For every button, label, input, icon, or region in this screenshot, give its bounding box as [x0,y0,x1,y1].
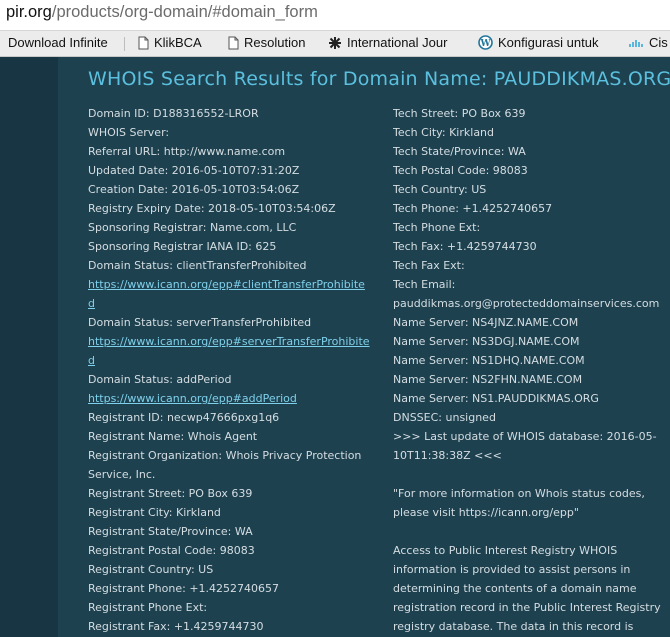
bookmark-label: Resolution [244,35,306,50]
whois-line: Registry Expiry Date: 2018-05-10T03:54:0… [88,202,336,215]
cisco-icon [628,38,644,53]
epp-status-link[interactable]: d [88,297,95,310]
url-path: /products/org-domain/#domain_form [51,3,318,21]
whois-line[interactable]: https://www.icann.org/epp#addPeriod [88,389,378,408]
whois-line: Name Server: NS1DHQ.NAME.COM [393,354,585,367]
epp-status-link[interactable]: https://www.icann.org/epp#clientTransfer… [88,278,365,291]
bookmark-label: Download Infinite [8,35,108,50]
whois-right-column: Tech Street: PO Box 639 Tech City: Kirkla… [393,104,663,636]
whois-line: Creation Date: 2016-05-10T03:54:06Z [88,183,300,196]
bookmark-cisco[interactable]: Cis [628,35,670,53]
whois-line: registration record in the Public Intere… [393,601,661,614]
whois-line: Registrant Fax: +1.4259744730 [88,620,264,633]
whois-line: Tech Street: PO Box 639 [393,107,526,120]
whois-line: Registrant Organization: Whois Privacy P… [88,449,362,462]
whois-line: Domain ID: D188316552-LROR [88,107,259,120]
whois-line: Tech Postal Code: 98083 [393,164,528,177]
wordpress-icon: W [478,35,493,53]
whois-line: "For more information on Whois status co… [393,487,645,500]
whois-line: Registrant Street: PO Box 639 [88,487,253,500]
whois-line: Tech Email: [393,278,456,291]
url-host: pir.org [6,3,52,21]
whois-line: Tech Phone: +1.4252740657 [393,202,553,215]
whois-line: Access to Public Interest Registry WHOIS [393,544,618,557]
whois-line: Referral URL: http://www.name.com [88,145,286,158]
whois-line: Registrant Phone Ext: [88,601,208,614]
whois-line: Service, Inc. [88,468,156,481]
whois-line[interactable]: https://www.icann.org/epp#serverTransfer… [88,332,378,351]
whois-line: Name Server: NS2FHN.NAME.COM [393,373,583,386]
whois-line: Updated Date: 2016-05-10T07:31:20Z [88,164,300,177]
whois-line: Sponsoring Registrar: Name.com, LLC [88,221,297,234]
favicon-icon [328,36,342,53]
page-icon [138,36,149,53]
whois-line: Tech Phone Ext: [393,221,481,234]
whois-line: >>> Last update of WHOIS database: 2016-… [393,430,657,443]
whois-line: Registrant Postal Code: 98083 [88,544,255,557]
whois-line: Name Server: NS3DGJ.NAME.COM [393,335,580,348]
svg-text:W: W [479,39,491,49]
whois-line: Registrant ID: necwp47666pxg1q6 [88,411,280,424]
whois-line: 10T11:38:38Z <<< [393,449,502,462]
bookmark-klikbca[interactable]: KlikBCA [138,35,218,53]
bookmark-label: International Jour [347,35,448,50]
bookmark-resolution[interactable]: Resolution [228,35,318,53]
bookmark-label: Cis [649,35,668,50]
bookmarks-bar: Download Infinite KlikBCA Resolution Int… [0,31,670,57]
whois-line: Registrant Phone: +1.4252740657 [88,582,280,595]
whois-line: information is provided to assist person… [393,563,631,576]
whois-line: Registrant State/Province: WA [88,525,253,538]
whois-line: Tech Country: US [393,183,487,196]
address-bar[interactable]: pir.org/products/org-domain/#domain_form [0,0,670,31]
whois-line: Name Server: NS4JNZ.NAME.COM [393,316,579,329]
whois-line: determining the contents of a domain nam… [393,582,637,595]
epp-status-link[interactable]: https://www.icann.org/epp#addPeriod [88,392,297,405]
whois-line: pauddikmas.org@protecteddomainservices.c… [393,297,660,310]
bookmark-label: Konfigurasi untuk [498,35,599,50]
page-title: WHOIS Search Results for Domain Name: PA… [88,68,670,90]
epp-status-link[interactable]: https://www.icann.org/epp#serverTransfer… [88,335,370,348]
bookmark-separator [124,37,125,51]
bookmark-konfigurasi[interactable]: W Konfigurasi untuk [478,35,612,53]
epp-status-link[interactable]: d [88,354,95,367]
whois-line: registry database. The data in this reco… [393,620,634,633]
whois-line: Domain Status: addPeriod [88,373,232,386]
whois-line: Sponsoring Registrar IANA ID: 625 [88,240,277,253]
page-icon [228,36,239,53]
url-text[interactable]: pir.org/products/org-domain/#domain_form [6,3,318,22]
whois-line: please visit https://icann.org/epp" [393,506,579,519]
whois-line: Registrant City: Kirkland [88,506,221,519]
whois-left-column: Domain ID: D188316552-LROR WHOIS Server: R… [88,104,378,636]
whois-line[interactable]: d [88,294,378,313]
bookmark-international-journal[interactable]: International Jour [328,35,462,53]
page-margin [0,57,58,637]
whois-line[interactable]: https://www.icann.org/epp#clientTransfer… [88,275,378,294]
whois-line: Tech Fax: +1.4259744730 [393,240,537,253]
whois-line: Name Server: NS1.PAUDDIKMAS.ORG [393,392,599,405]
whois-line: Domain Status: serverTransferProhibited [88,316,312,329]
whois-line: Registrant Country: US [88,563,214,576]
whois-line: Tech Fax Ext: [393,259,465,272]
whois-line: Domain Status: clientTransferProhibited [88,259,307,272]
whois-line: Registrant Name: Whois Agent [88,430,258,443]
whois-line[interactable]: d [88,351,378,370]
bookmark-label: KlikBCA [154,35,202,50]
whois-line: Tech State/Province: WA [393,145,526,158]
bookmark-download-infinite[interactable]: Download Infinite [8,35,118,53]
whois-line: DNSSEC: unsigned [393,411,496,424]
whois-line: Tech City: Kirkland [393,126,495,139]
whois-line: WHOIS Server: [88,126,170,139]
